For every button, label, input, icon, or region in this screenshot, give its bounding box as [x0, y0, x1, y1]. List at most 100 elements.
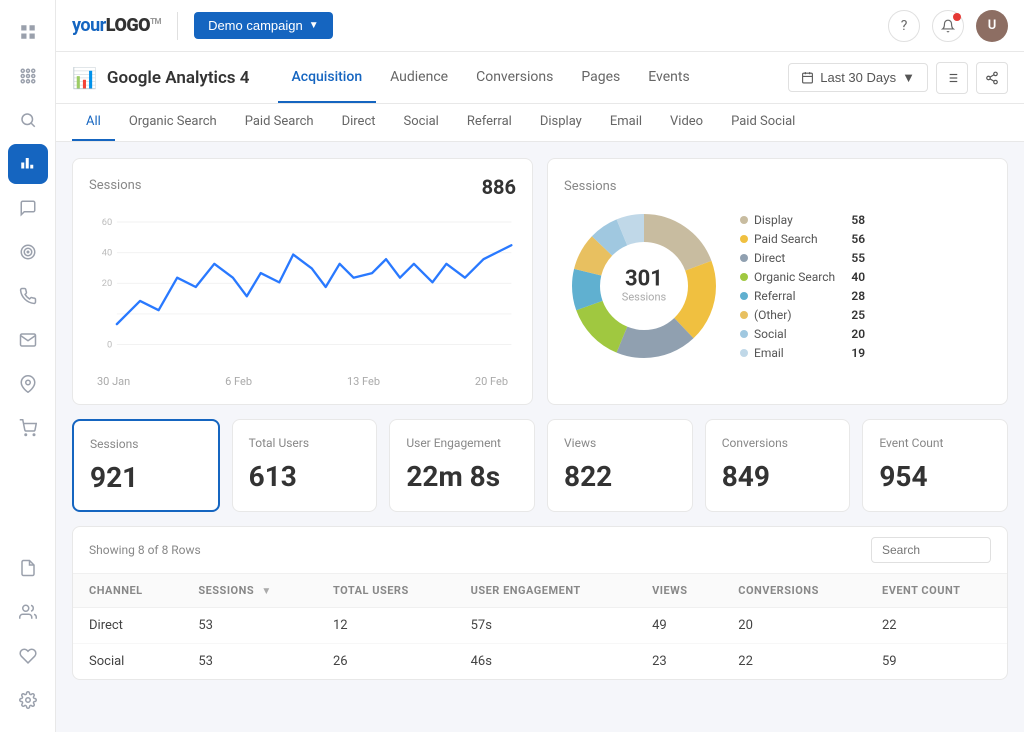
- col-header-views: Views: [636, 574, 722, 608]
- line-chart-total: 886: [482, 175, 516, 199]
- cell-channel: Direct: [73, 608, 182, 644]
- chart-legend: Display 58 Paid Search 56 Direct 55: [740, 213, 865, 360]
- main-content: yourLOGOTM Demo campaign ▼ ? U 📊 Google …: [56, 0, 1024, 732]
- content-area: Sessions 886 60 40 20 0: [56, 142, 1024, 732]
- sidebar-icon-phone[interactable]: [8, 276, 48, 316]
- tab-pages[interactable]: Pages: [567, 53, 634, 103]
- x-label-1: 30 Jan: [97, 375, 130, 388]
- cell-conversions: 22: [722, 644, 866, 680]
- header-actions: Last 30 Days ▼: [788, 62, 1008, 94]
- stat-card-conversions[interactable]: Conversions 849: [705, 419, 851, 512]
- sort-icon: ▼: [261, 586, 271, 597]
- svg-text:20: 20: [102, 278, 112, 289]
- date-range-button[interactable]: Last 30 Days ▼: [788, 63, 928, 92]
- sessions-donut-chart-card: Sessions: [547, 158, 1008, 405]
- x-label-4: 20 Feb: [475, 375, 508, 388]
- donut-chart-title: Sessions: [564, 179, 617, 194]
- stats-row: Sessions 921 Total Users 613 User Engage…: [72, 419, 1008, 512]
- table-row: Social 53 26 46s 23 22 59: [73, 644, 1007, 680]
- cell-users: 26: [317, 644, 455, 680]
- donut-container: 301 Sessions: [564, 206, 724, 366]
- donut-center-label: Sessions: [622, 291, 666, 304]
- cell-users: 12: [317, 608, 455, 644]
- table-search-input[interactable]: [871, 537, 991, 563]
- channel-tab-display[interactable]: Display: [526, 104, 596, 141]
- help-button[interactable]: ?: [888, 10, 920, 42]
- x-label-3: 13 Feb: [347, 375, 380, 388]
- col-header-channel: Channel: [73, 574, 182, 608]
- dropdown-arrow-icon: ▼: [309, 20, 319, 31]
- table-row: Direct 53 12 57s 49 20 22: [73, 608, 1007, 644]
- sidebar-icon-apps[interactable]: [8, 56, 48, 96]
- x-label-2: 6 Feb: [225, 375, 252, 388]
- col-header-events: Event Count: [866, 574, 1007, 608]
- stat-card-event-count[interactable]: Event Count 954: [862, 419, 1008, 512]
- stat-value-conversions: 849: [722, 460, 834, 493]
- stat-label-sessions: Sessions: [90, 437, 202, 451]
- channel-tab-email[interactable]: Email: [596, 104, 656, 141]
- channel-tab-paid-social[interactable]: Paid Social: [717, 104, 809, 141]
- stat-card-user-engagement[interactable]: User Engagement 22m 8s: [389, 419, 535, 512]
- user-avatar[interactable]: U: [976, 10, 1008, 42]
- sidebar-icon-search[interactable]: [8, 100, 48, 140]
- demo-campaign-button[interactable]: Demo campaign ▼: [194, 12, 333, 39]
- sidebar-icon-email[interactable]: [8, 320, 48, 360]
- stat-value-total-users: 613: [249, 460, 361, 493]
- stat-card-total-users[interactable]: Total Users 613: [232, 419, 378, 512]
- data-table: Channel Sessions ▼ Total Users User Enga…: [73, 574, 1007, 679]
- channel-tab-video[interactable]: Video: [656, 104, 717, 141]
- sidebar-icon-grid[interactable]: [8, 12, 48, 52]
- channel-tab-paid-search[interactable]: Paid Search: [231, 104, 328, 141]
- col-header-sessions[interactable]: Sessions ▼: [182, 574, 317, 608]
- cell-conversions: 20: [722, 608, 866, 644]
- stat-label-user-engagement: User Engagement: [406, 436, 518, 450]
- sidebar-icon-cart[interactable]: [8, 408, 48, 448]
- sidebar-icon-users[interactable]: [8, 592, 48, 632]
- stat-card-views[interactable]: Views 822: [547, 419, 693, 512]
- channel-tab-organic[interactable]: Organic Search: [115, 104, 231, 141]
- col-header-conversions: Conversions: [722, 574, 866, 608]
- view-toggle-button[interactable]: [936, 62, 968, 94]
- cell-engagement: 46s: [455, 644, 637, 680]
- sidebar-icon-target[interactable]: [8, 232, 48, 272]
- subheader: 📊 Google Analytics 4 Acquisition Audienc…: [56, 52, 1024, 104]
- bell-icon: [941, 19, 955, 33]
- notifications-button[interactable]: [932, 10, 964, 42]
- sidebar-icon-location[interactable]: [8, 364, 48, 404]
- stat-value-user-engagement: 22m 8s: [406, 460, 518, 493]
- stat-label-conversions: Conversions: [722, 436, 834, 450]
- stat-value-views: 822: [564, 460, 676, 493]
- sidebar-icon-settings[interactable]: [8, 680, 48, 720]
- legend-social: Social 20: [740, 327, 865, 341]
- cell-sessions: 53: [182, 608, 317, 644]
- cell-engagement: 57s: [455, 608, 637, 644]
- tab-events[interactable]: Events: [634, 53, 703, 103]
- sidebar: [0, 0, 56, 732]
- legend-dot-social: [740, 330, 748, 338]
- cell-views: 23: [636, 644, 722, 680]
- tab-audience[interactable]: Audience: [376, 53, 462, 103]
- sidebar-icon-chat[interactable]: [8, 188, 48, 228]
- nav-divider: [177, 12, 178, 40]
- columns-icon: [945, 71, 959, 85]
- sidebar-icon-analytics[interactable]: [8, 144, 48, 184]
- legend-display: Display 58: [740, 213, 865, 227]
- channel-tab-referral[interactable]: Referral: [453, 104, 526, 141]
- channel-tabs: All Organic Search Paid Search Direct So…: [56, 104, 1024, 142]
- share-button[interactable]: [976, 62, 1008, 94]
- sidebar-icon-plugin[interactable]: [8, 636, 48, 676]
- tab-acquisition[interactable]: Acquisition: [278, 53, 377, 103]
- cell-events: 22: [866, 608, 1007, 644]
- channel-tab-social[interactable]: Social: [390, 104, 453, 141]
- sidebar-icon-file[interactable]: [8, 548, 48, 588]
- channel-tab-direct[interactable]: Direct: [328, 104, 390, 141]
- legend-dot-referral: [740, 292, 748, 300]
- stat-card-sessions[interactable]: Sessions 921: [72, 419, 220, 512]
- tab-conversions[interactable]: Conversions: [462, 53, 567, 103]
- donut-area: 301 Sessions Display 58 Paid Search: [564, 206, 991, 366]
- legend-dot-email: [740, 349, 748, 357]
- channel-tab-all[interactable]: All: [72, 104, 115, 141]
- stat-value-event-count: 954: [879, 460, 991, 493]
- notification-dot: [953, 13, 961, 21]
- col-header-total-users: Total Users: [317, 574, 455, 608]
